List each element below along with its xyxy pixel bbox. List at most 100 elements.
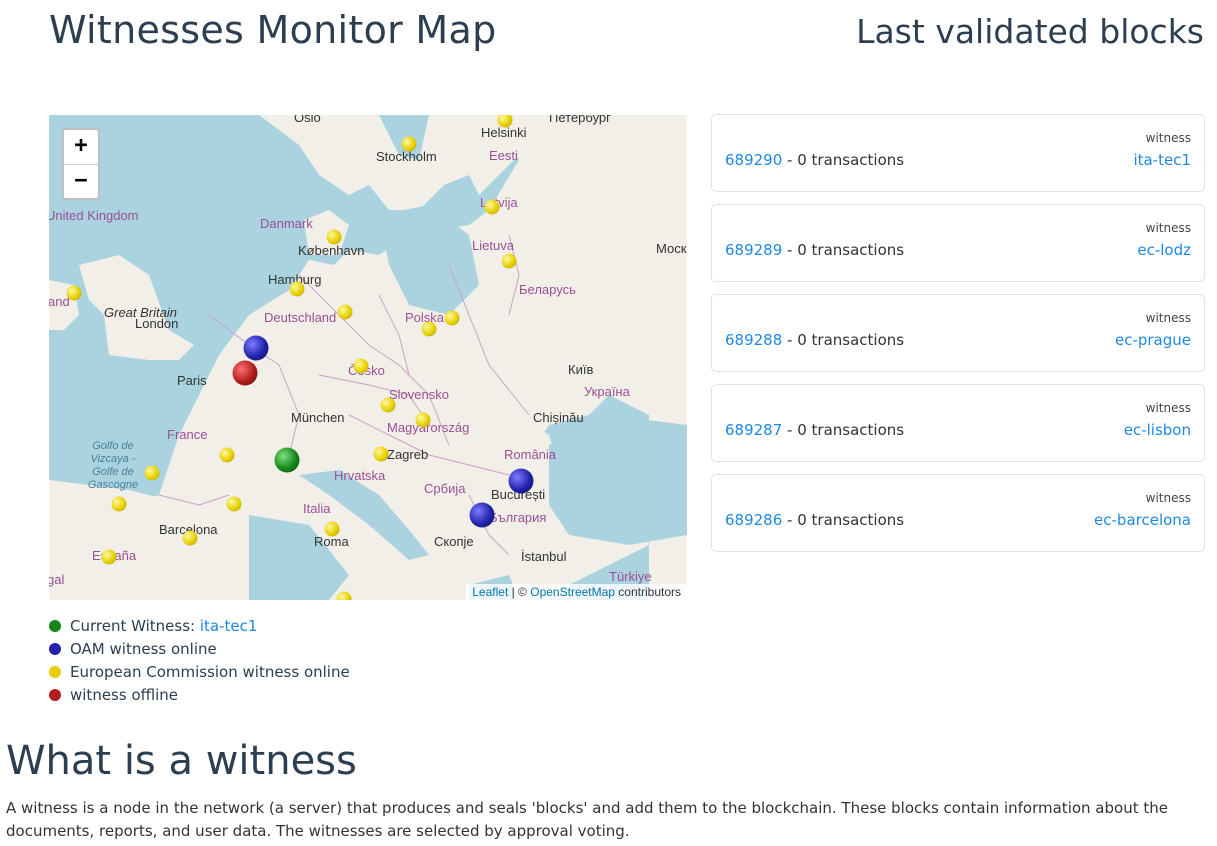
map-label: Zagreb bbox=[387, 447, 429, 462]
legend-offline-label: witness offline bbox=[70, 685, 179, 704]
current-witness-marker[interactable] bbox=[274, 447, 300, 473]
block-card: witness 689288 - 0 transactions ec-pragu… bbox=[711, 294, 1205, 372]
oam-witness-marker[interactable] bbox=[508, 468, 534, 494]
ec-witness-marker[interactable] bbox=[226, 496, 242, 512]
map-label: United Kingdom bbox=[49, 208, 139, 223]
ec-witness-marker[interactable] bbox=[380, 397, 396, 413]
block-number-link[interactable]: 689286 bbox=[725, 511, 782, 529]
osm-link[interactable]: OpenStreetMap bbox=[530, 585, 615, 599]
attribution-suffix: contributors bbox=[614, 585, 681, 599]
ec-witness-marker[interactable] bbox=[353, 358, 369, 374]
zoom-out-button[interactable]: − bbox=[64, 164, 98, 198]
block-card: witness 689290 - 0 transactions ita-tec1 bbox=[711, 114, 1205, 192]
map-label: Italia bbox=[303, 501, 331, 516]
ec-witness-marker[interactable] bbox=[144, 465, 160, 481]
map-label: Моск bbox=[656, 241, 687, 256]
block-card: witness 689287 - 0 transactions ec-lisbo… bbox=[711, 384, 1205, 462]
block-transactions: - 0 transactions bbox=[782, 511, 905, 529]
witness-label: witness bbox=[1145, 131, 1191, 145]
leaflet-link[interactable]: Leaflet bbox=[472, 585, 508, 599]
map-label: Lietuva bbox=[472, 238, 514, 253]
ec-witness-marker[interactable] bbox=[336, 591, 352, 600]
legend-current: Current Witness: ita-tec1 bbox=[49, 614, 350, 637]
witness-label: witness bbox=[1145, 401, 1191, 415]
ec-witness-marker[interactable] bbox=[324, 521, 340, 537]
oam-witness-marker[interactable] bbox=[469, 502, 495, 528]
witness-link[interactable]: ita-tec1 bbox=[1133, 151, 1191, 169]
witness-link[interactable]: ec-lisbon bbox=[1124, 421, 1191, 439]
ec-witness-marker[interactable] bbox=[373, 446, 389, 462]
block-number-link[interactable]: 689287 bbox=[725, 421, 782, 439]
ec-witness-marker[interactable] bbox=[444, 310, 460, 326]
ec-witness-marker[interactable] bbox=[326, 229, 342, 245]
page-title: Witnesses Monitor Map bbox=[49, 8, 497, 52]
legend-ec-label: European Commission witness online bbox=[70, 662, 350, 681]
zoom-control: + − bbox=[62, 128, 100, 200]
ec-witness-marker[interactable] bbox=[401, 136, 417, 152]
witness-label: witness bbox=[1145, 221, 1191, 235]
block-transactions: - 0 transactions bbox=[782, 241, 905, 259]
block-card: witness 689286 - 0 transactions ec-barce… bbox=[711, 474, 1205, 552]
map-label: München bbox=[291, 410, 345, 425]
green-dot-icon bbox=[49, 619, 61, 632]
legend-offline: witness offline bbox=[49, 683, 350, 706]
witness-link[interactable]: ec-barcelona bbox=[1094, 511, 1191, 529]
ec-witness-marker[interactable] bbox=[101, 549, 117, 565]
map-label: Paris bbox=[177, 373, 207, 388]
ec-witness-marker[interactable] bbox=[484, 199, 500, 215]
section-text: A witness is a node in the network (a se… bbox=[6, 799, 1168, 840]
section-title: What is a witness bbox=[6, 738, 357, 784]
ec-witness-marker[interactable] bbox=[219, 447, 235, 463]
block-line: 689289 - 0 transactions bbox=[725, 241, 904, 259]
offline-witness-marker[interactable] bbox=[232, 360, 258, 386]
ec-witness-marker[interactable] bbox=[415, 412, 431, 428]
map-label: Oslo bbox=[294, 115, 321, 125]
block-line: 689287 - 0 transactions bbox=[725, 421, 904, 439]
map-label: Deutschland bbox=[264, 310, 337, 325]
map-label: Slovensko bbox=[389, 387, 449, 402]
red-dot-icon bbox=[49, 688, 61, 701]
ec-witness-marker[interactable] bbox=[501, 253, 517, 269]
attribution-separator: | © bbox=[508, 585, 531, 599]
ec-witness-marker[interactable] bbox=[421, 321, 437, 337]
map-label: Chișinău bbox=[533, 410, 584, 425]
block-line: 689290 - 0 transactions bbox=[725, 151, 904, 169]
block-number-link[interactable]: 689290 bbox=[725, 151, 782, 169]
blue-dot-icon bbox=[49, 642, 61, 655]
map-attribution: Leaflet | © OpenStreetMap contributors bbox=[466, 584, 687, 600]
block-line: 689286 - 0 transactions bbox=[725, 511, 904, 529]
current-witness-link[interactable]: ita-tec1 bbox=[200, 617, 258, 635]
legend-ec: European Commission witness online bbox=[49, 660, 350, 683]
block-number-link[interactable]: 689288 bbox=[725, 331, 782, 349]
map-label: România bbox=[504, 447, 557, 462]
yellow-dot-icon bbox=[49, 665, 61, 678]
witness-link[interactable]: ec-lodz bbox=[1137, 241, 1191, 259]
map-label: France bbox=[167, 427, 208, 442]
map-label: Київ bbox=[568, 362, 594, 377]
map-label: Eesti bbox=[489, 148, 518, 163]
block-number-link[interactable]: 689289 bbox=[725, 241, 782, 259]
block-list: witness 689290 - 0 transactions ita-tec1… bbox=[711, 114, 1205, 564]
block-transactions: - 0 transactions bbox=[782, 421, 905, 439]
ec-witness-marker[interactable] bbox=[66, 285, 82, 301]
zoom-in-button[interactable]: + bbox=[64, 130, 98, 164]
ec-witness-marker[interactable] bbox=[289, 281, 305, 297]
witness-label: witness bbox=[1145, 311, 1191, 325]
legend-current-label: Current Witness: bbox=[70, 616, 196, 635]
ec-witness-marker[interactable] bbox=[182, 530, 198, 546]
witness-map[interactable]: + − Oslo Петербург Helsinki Stockholm Ee… bbox=[49, 115, 687, 600]
witness-label: witness bbox=[1145, 491, 1191, 505]
map-label: Скопје bbox=[434, 534, 474, 549]
map-label: København bbox=[298, 243, 365, 258]
map-label: Danmark bbox=[260, 216, 313, 231]
map-tiles bbox=[49, 115, 687, 600]
map-label: London bbox=[135, 316, 179, 331]
map-label: İstanbul bbox=[521, 549, 567, 564]
ec-witness-marker[interactable] bbox=[337, 304, 353, 320]
block-card: witness 689289 - 0 transactions ec-lodz bbox=[711, 204, 1205, 282]
map-label: Hrvatska bbox=[334, 468, 386, 483]
ec-witness-marker[interactable] bbox=[111, 496, 127, 512]
witness-link[interactable]: ec-prague bbox=[1115, 331, 1191, 349]
oam-witness-marker[interactable] bbox=[243, 335, 269, 361]
map-label: Türkiye bbox=[609, 569, 652, 584]
